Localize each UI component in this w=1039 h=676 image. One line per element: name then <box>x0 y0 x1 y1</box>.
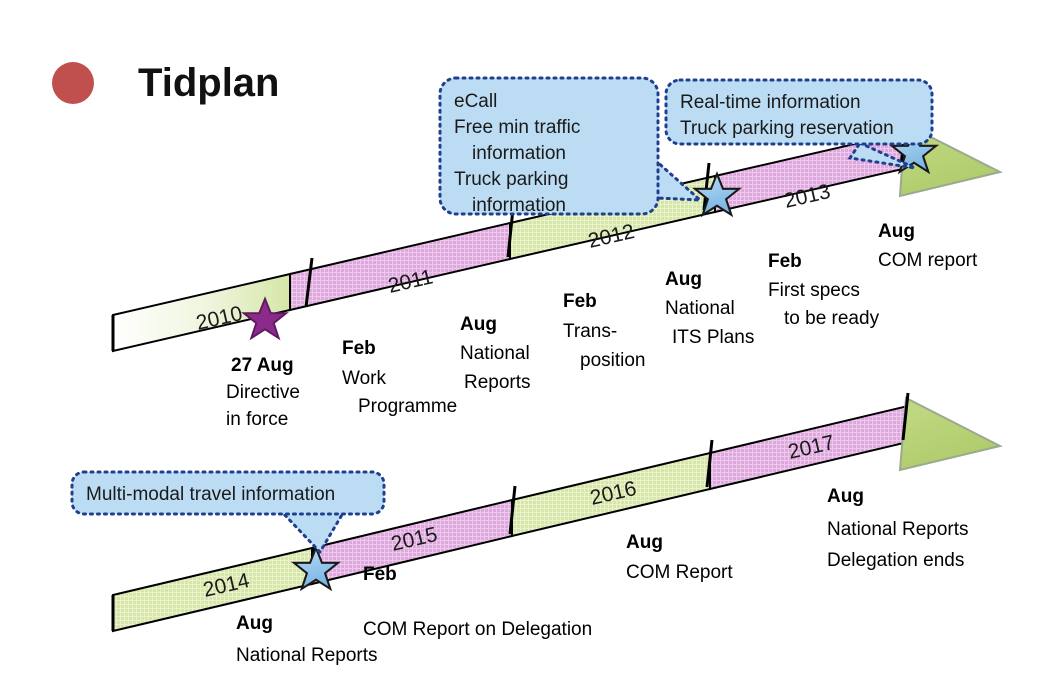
milestone-date-27aug: 27 Aug <box>231 355 294 376</box>
timeline-diagram: 2010 2011 2012 2013 27 Aug Directive in … <box>70 76 1003 666</box>
milestone-date-feb-transposition: Feb <box>563 291 597 312</box>
milestone-line-com-report: COM report <box>878 250 978 271</box>
callout-realtime-line-1: Real-time information <box>680 92 861 113</box>
milestone-date-feb-work: Feb <box>342 338 376 359</box>
callout-ecall-line-3: information <box>472 143 566 164</box>
milestone-date-aug-final: Aug <box>827 486 864 507</box>
milestone-date-aug-com-r2: Aug <box>626 532 663 553</box>
milestone-line-programme: Programme <box>358 396 457 417</box>
milestone-date-aug-com: Aug <box>878 221 915 242</box>
milestone-labels-row-1: 27 Aug Directive in force Feb Work Progr… <box>226 221 978 430</box>
milestone-line-national: National <box>460 343 530 364</box>
milestone-date-feb-delegation: Feb <box>363 564 397 585</box>
milestone-line-national-its: National <box>665 298 735 319</box>
callout-ecall-line-5: information <box>472 195 566 216</box>
milestone-line-delegation-ends: Delegation ends <box>827 550 964 571</box>
milestone-line-its-plans: ITS Plans <box>672 327 754 348</box>
milestone-line-directive: Directive <box>226 382 300 403</box>
milestone-line-com-report-delegation: COM Report on Delegation <box>363 619 592 640</box>
milestone-line-reports: Reports <box>464 372 531 393</box>
milestone-line-in-force: in force <box>226 409 288 430</box>
milestone-date-feb-specs: Feb <box>768 251 802 272</box>
milestone-line-national-reports-final: National Reports <box>827 519 969 540</box>
arrowhead-row-2 <box>898 396 1003 472</box>
milestone-line-national-reports-r2: National Reports <box>236 645 378 666</box>
callout-multimodal-line-1: Multi-modal travel information <box>86 484 335 505</box>
milestone-line-com-report-r2: COM Report <box>626 562 733 583</box>
milestone-line-to-be-ready: to be ready <box>784 308 880 329</box>
callout-ecall-line-1: eCall <box>454 91 497 112</box>
milestone-line-first-specs: First specs <box>768 280 860 301</box>
callout-ecall-line-2: Free min traffic <box>454 117 580 138</box>
segment-2011 <box>289 221 511 312</box>
milestone-date-aug-national-r2: Aug <box>236 613 273 634</box>
callout-realtime-line-2: Truck parking reservation <box>680 118 894 139</box>
callout-ecall: eCall Free min traffic information Truck… <box>438 76 705 216</box>
milestone-line-position: position <box>580 350 646 371</box>
milestone-date-aug-reports: Aug <box>460 314 497 335</box>
diagram-canvas: Tidplan 2010 2011 2012 2013 27 Aug Direc… <box>0 0 1039 676</box>
milestone-line-trans: Trans- <box>563 321 617 342</box>
milestone-date-aug-its: Aug <box>665 269 702 290</box>
callout-multimodal: Multi-modal travel information <box>70 470 386 555</box>
callout-ecall-line-4: Truck parking <box>454 169 568 190</box>
milestone-line-work: Work <box>342 368 386 389</box>
